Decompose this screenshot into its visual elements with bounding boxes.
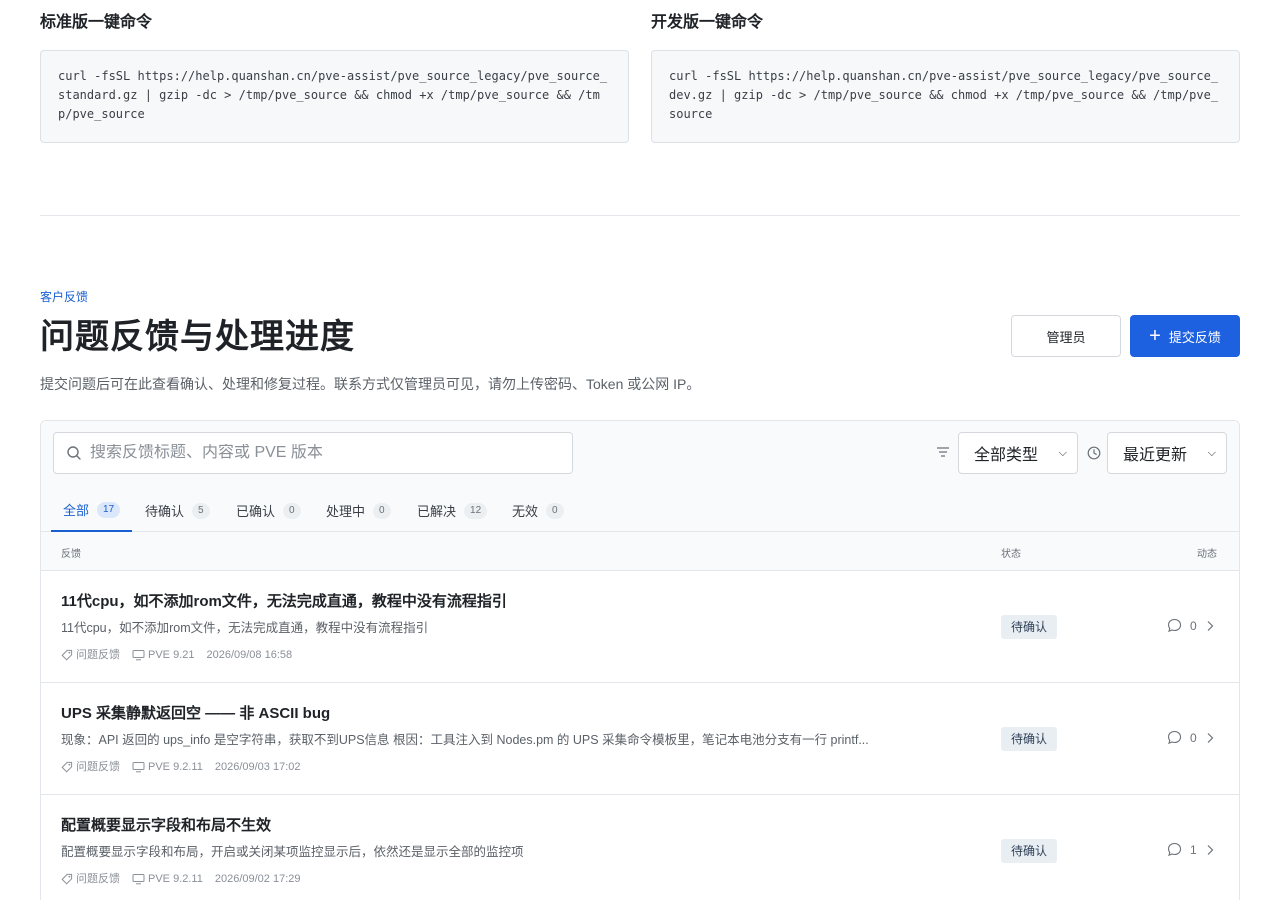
column-header-activity: 动态: [1197, 549, 1217, 560]
standard-command-box[interactable]: curl -fsSL https://help.quanshan.cn/pve-…: [40, 50, 629, 143]
activity-cell: 0: [1167, 618, 1215, 633]
comment-icon: [1167, 618, 1182, 633]
tab-label: 无效: [512, 504, 539, 519]
feedback-description: 现象：API 返回的 ups_info 是空字符串，获取不到UPS信息 根因：工…: [61, 733, 869, 747]
category-tag: 问题反馈: [61, 871, 120, 887]
timestamp: 2026/09/02 17:29: [214, 873, 301, 885]
category-label: 问题反馈: [76, 649, 120, 661]
admin-button[interactable]: 管理员: [1011, 315, 1121, 357]
feedback-description: 配置概要显示字段和布局，开启或关闭某项监控显示后，依然还是显示全部的监控项: [61, 845, 524, 859]
activity-cell: 1: [1167, 842, 1215, 857]
version-label: PVE 9.21: [148, 649, 195, 661]
version-tag: PVE 9.2.11: [132, 759, 203, 775]
comment-count: 1: [1190, 842, 1197, 857]
monitor-icon: [132, 650, 145, 661]
comment-icon: [1167, 842, 1182, 857]
category-label: 问题反馈: [76, 873, 120, 885]
tag-icon: [61, 873, 73, 885]
tab-all[interactable]: 全部 17: [51, 489, 133, 532]
tab-resolved[interactable]: 已解决 12: [405, 489, 499, 532]
search-icon: [67, 446, 81, 460]
status-badge: 待确认: [1001, 727, 1058, 751]
tab-confirmed[interactable]: 已确认 0: [224, 489, 313, 532]
table-row[interactable]: 11代cpu，如不添加rom文件，无法完成直通，教程中没有流程指引 11代cpu…: [41, 571, 1239, 683]
feedback-meta: 问题反馈 PVE 9.2.11 2026/09/02 17:29: [61, 871, 312, 887]
page-subtitle: 提交问题后可在此查看确认、处理和修复过程。联系方式仅管理员可见，请勿上传密码、T…: [40, 376, 701, 392]
submit-feedback-button[interactable]: + 提交反馈: [1130, 315, 1240, 357]
tag-icon: [61, 649, 73, 661]
tab-count: 0: [283, 502, 301, 519]
tab-count: 0: [546, 502, 564, 519]
dev-command-code[interactable]: curl -fsSL https://help.quanshan.cn/pve-…: [669, 67, 1222, 125]
section-divider: [40, 215, 1240, 216]
comment-icon: [1167, 730, 1182, 745]
feedback-title: 11代cpu，如不添加rom文件，无法完成直通，教程中没有流程指引: [61, 593, 507, 610]
tab-count: 17: [97, 501, 121, 518]
chevron-right-icon[interactable]: [1205, 620, 1215, 632]
dev-command-box[interactable]: curl -fsSL https://help.quanshan.cn/pve-…: [651, 50, 1240, 143]
section-eyebrow: 客户反馈: [40, 290, 89, 304]
search-input[interactable]: [90, 444, 560, 462]
tab-pending[interactable]: 待确认 5: [133, 489, 222, 532]
tab-label: 全部: [63, 503, 90, 518]
monitor-icon: [132, 874, 145, 885]
timestamp: 2026/09/08 16:58: [206, 649, 293, 661]
tab-label: 已解决: [417, 504, 457, 519]
table-row[interactable]: UPS 采集静默返回空 —— 非 ASCII bug 现象：API 返回的 up…: [41, 683, 1239, 795]
version-label: PVE 9.2.11: [148, 873, 203, 885]
submit-feedback-label: 提交反馈: [1168, 329, 1221, 345]
tab-label: 已确认: [236, 504, 276, 519]
comment-count: 0: [1190, 730, 1197, 745]
feedback-title: UPS 采集静默返回空 —— 非 ASCII bug: [61, 705, 331, 722]
chevron-right-icon[interactable]: [1205, 732, 1215, 744]
page-title: 问题反馈与处理进度: [40, 318, 355, 356]
standard-command-code[interactable]: curl -fsSL https://help.quanshan.cn/pve-…: [58, 67, 611, 125]
version-tag: PVE 9.21: [132, 647, 194, 663]
category-label: 问题反馈: [76, 761, 120, 773]
version-tag: PVE 9.2.11: [132, 871, 203, 887]
dev-command-title: 开发版一键命令: [651, 14, 764, 31]
feedback-meta: 问题反馈 PVE 9.21 2026/09/08 16:58: [61, 647, 304, 663]
version-label: PVE 9.2.11: [148, 761, 203, 773]
tab-processing[interactable]: 处理中 0: [314, 489, 403, 532]
type-select[interactable]: 全部类型 ⌵: [958, 432, 1078, 474]
category-tag: 问题反馈: [61, 647, 120, 663]
type-select-value: 全部类型: [974, 447, 1039, 464]
feedback-panel: 全部类型 ⌵ 最近更新 ⌵ 全部 17 待确认 5 已确认 0 处理中 0: [40, 420, 1240, 900]
chevron-down-icon: ⌵: [1207, 446, 1216, 459]
chevron-down-icon: ⌵: [1058, 446, 1067, 459]
column-header-status: 状态: [1001, 549, 1021, 560]
table-header: 反馈 状态 动态: [41, 532, 1239, 571]
feedback-description: 11代cpu，如不添加rom文件，无法完成直通，教程中没有流程指引: [61, 621, 429, 635]
clock-icon: [1087, 446, 1101, 460]
feedback-title: 配置概要显示字段和布局不生效: [61, 817, 272, 834]
chevron-right-icon[interactable]: [1205, 844, 1215, 856]
comment-count: 0: [1190, 618, 1197, 633]
filter-icon: [937, 447, 949, 457]
activity-cell: 0: [1167, 730, 1215, 745]
status-badge: 待确认: [1001, 615, 1058, 639]
standard-command-title: 标准版一键命令: [40, 14, 153, 31]
sort-select[interactable]: 最近更新 ⌵: [1107, 432, 1227, 474]
category-tag: 问题反馈: [61, 759, 120, 775]
search-box[interactable]: [53, 432, 573, 474]
feedback-toolbar: 全部类型 ⌵ 最近更新 ⌵: [41, 421, 1239, 489]
sort-select-value: 最近更新: [1123, 447, 1188, 464]
tag-icon: [61, 761, 73, 773]
tab-label: 处理中: [326, 504, 366, 519]
tab-count: 12: [464, 502, 488, 519]
plus-icon: +: [1149, 325, 1161, 347]
tab-label: 待确认: [145, 504, 185, 519]
tab-invalid[interactable]: 无效 0: [500, 489, 576, 532]
monitor-icon: [132, 762, 145, 773]
feedback-meta: 问题反馈 PVE 9.2.11 2026/09/03 17:02: [61, 759, 312, 775]
table-row[interactable]: 配置概要显示字段和布局不生效 配置概要显示字段和布局，开启或关闭某项监控显示后，…: [41, 795, 1239, 900]
timestamp: 2026/09/03 17:02: [214, 761, 301, 773]
status-tabs: 全部 17 待确认 5 已确认 0 处理中 0 已解决 12 无效 0: [41, 489, 1239, 532]
column-header-feedback: 反馈: [61, 549, 81, 560]
tab-count: 0: [373, 502, 391, 519]
tab-count: 5: [192, 502, 210, 519]
status-badge: 待确认: [1001, 839, 1058, 863]
